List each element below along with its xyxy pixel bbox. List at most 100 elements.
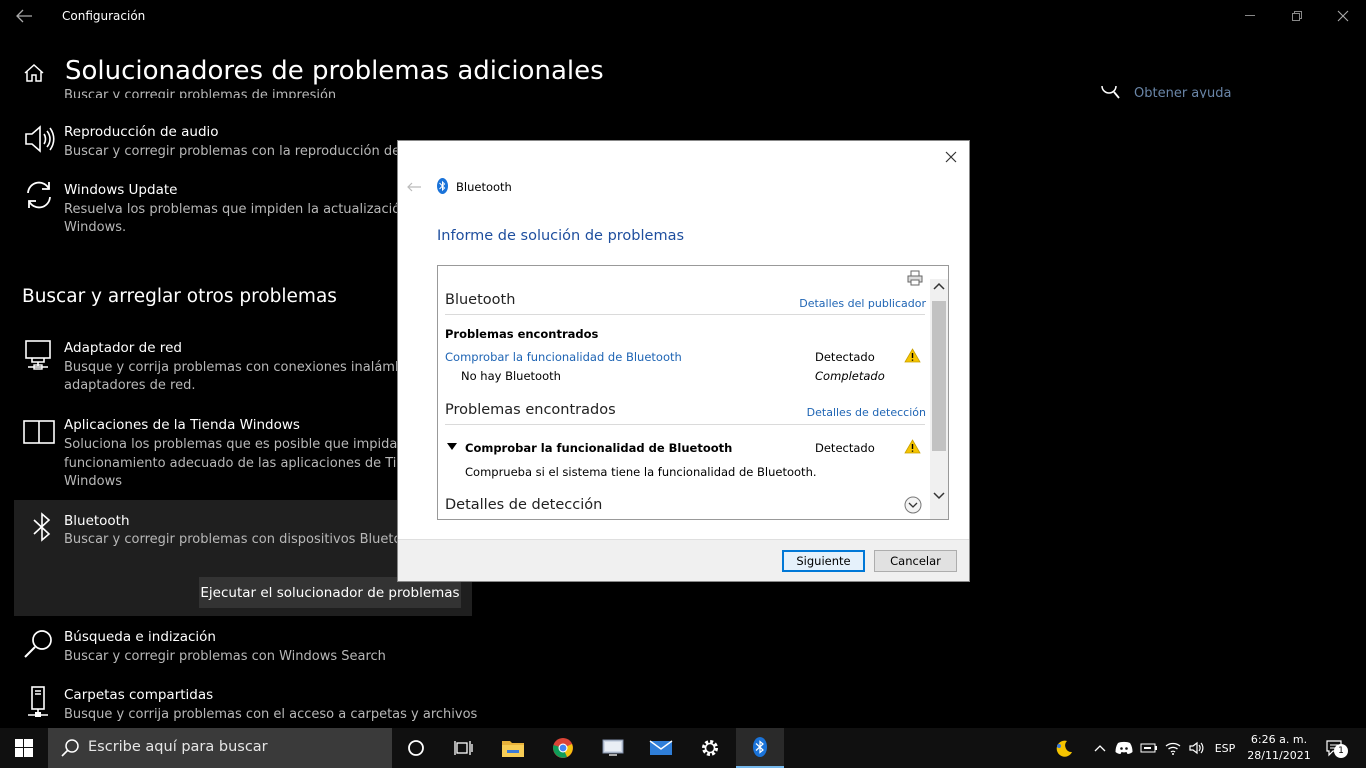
scroll-up-icon[interactable] (930, 279, 948, 295)
start-windows-icon[interactable] (0, 728, 48, 768)
battery-plug-icon[interactable] (1138, 728, 1160, 768)
run-troubleshooter-button[interactable]: Ejecutar el solucionador de problemas (199, 577, 461, 608)
separator (445, 424, 925, 425)
publisher-details-link[interactable]: Detalles del publicador (799, 297, 926, 310)
settings-gear-icon[interactable] (686, 728, 734, 768)
item-desc: Busque y corrija problemas con conexione… (64, 360, 420, 375)
status-completed: Completado (815, 369, 885, 383)
clock[interactable]: 6:26 a. m. 28/11/2021 (1244, 732, 1314, 764)
troubleshooter-network-adapter[interactable]: Adaptador de red Busque y corrija proble… (14, 336, 419, 398)
troubleshooter-shared-folders[interactable]: Carpetas compartidas Busque y corrija pr… (14, 683, 477, 727)
vertical-scrollbar[interactable] (930, 279, 948, 519)
item-desc: Busque y corrija problemas con el acceso… (64, 707, 478, 722)
separator (445, 314, 925, 315)
restore-button[interactable] (1274, 0, 1320, 32)
volume-icon[interactable] (1186, 728, 1208, 768)
discord-icon[interactable] (1112, 728, 1136, 768)
check-functionality-link[interactable]: Comprobar la funcionalidad de Bluetooth (445, 350, 682, 364)
dialog-back-arrow-icon[interactable] (406, 181, 422, 193)
file-explorer-icon[interactable] (489, 728, 537, 768)
item-desc: Soluciona los problemas que es posible q… (64, 437, 418, 452)
expand-triangle-icon[interactable] (447, 443, 457, 451)
chrome-icon[interactable] (539, 728, 587, 768)
speaker-icon (22, 122, 56, 156)
report-section-title: Detalles de detección (445, 497, 603, 513)
item-desc: Buscar y corregir problemas con Windows … (64, 649, 386, 664)
taskbar: Escribe aquí para buscar ESP 6:26 a. m. … (0, 728, 1366, 768)
clock-date: 28/11/2021 (1247, 749, 1311, 762)
minimize-button[interactable] (1228, 0, 1274, 32)
item-title: Reproducción de audio (64, 124, 219, 140)
partial-row-desc: Buscar y corregir problemas de impresión (64, 88, 337, 98)
mail-icon[interactable] (637, 728, 685, 768)
help-link[interactable]: Obtener ayuda (1134, 86, 1231, 98)
dialog-close-icon[interactable] (941, 147, 961, 167)
item-title: Windows Update (64, 182, 178, 198)
search-placeholder: Escribe aquí para buscar (88, 739, 268, 755)
item-title: Búsqueda e indización (64, 629, 216, 645)
scroll-down-icon[interactable] (930, 488, 948, 504)
home-icon[interactable] (22, 62, 46, 84)
task-view-icon[interactable] (440, 728, 488, 768)
clock-time: 6:26 a. m. (1250, 733, 1308, 746)
check-functionality-title: Comprobar la funcionalidad de Bluetooth (465, 441, 733, 455)
print-icon[interactable] (907, 270, 923, 286)
search-icon (60, 738, 80, 758)
network-icon (22, 338, 56, 372)
warning-icon (904, 439, 921, 454)
taskbar-search-box[interactable]: Escribe aquí para buscar (48, 728, 392, 768)
wifi-icon[interactable] (1162, 728, 1184, 768)
show-hidden-icons-chevron-icon[interactable] (1090, 728, 1110, 768)
item-title: Adaptador de red (64, 340, 182, 356)
notification-count-badge: 1 (1334, 744, 1348, 758)
refresh-icon (22, 178, 56, 212)
language-indicator[interactable]: ESP (1210, 728, 1240, 768)
check-description: Comprueba si el sistema tiene la funcion… (465, 465, 817, 479)
section-heading: Buscar y arreglar otros problemas (22, 286, 337, 307)
page-title: Solucionadores de problemas adicionales (65, 56, 604, 86)
back-arrow-icon[interactable] (14, 7, 34, 25)
troubleshooter-search-indexing[interactable]: Búsqueda e indización Buscar y corregir … (14, 625, 472, 673)
bluetooth-logo-icon (437, 178, 448, 194)
dialog-footer: Siguiente Cancelar (398, 539, 969, 581)
night-light-moon-icon[interactable] (1050, 728, 1078, 768)
item-desc-line2: adaptadores de red. (64, 378, 196, 393)
title-bar: Configuración (0, 0, 1366, 32)
taskbar-bluetooth-icon[interactable] (736, 728, 784, 768)
problems-found-label: Problemas encontrados (445, 327, 599, 341)
dialog-heading: Informe de solución de problemas (437, 228, 685, 244)
item-desc: Buscar y corregir problemas con disposit… (64, 532, 423, 547)
troubleshooter-windows-update[interactable]: Windows Update Resuelva los problemas qu… (14, 178, 421, 240)
store-apps-icon (22, 415, 56, 449)
search-magnifier-icon (22, 627, 56, 661)
item-title: Bluetooth (64, 513, 130, 529)
help-icon[interactable] (1100, 86, 1122, 100)
report-section-title: Problemas encontrados (445, 402, 616, 418)
window-title: Configuración (62, 9, 146, 23)
status-detected: Detectado (815, 441, 875, 455)
chevron-down-circle-icon[interactable] (904, 496, 922, 514)
item-desc-line2: Windows. (64, 220, 127, 235)
cancel-button[interactable]: Cancelar (874, 550, 957, 572)
troubleshooter-store-apps[interactable]: Aplicaciones de la Tienda Windows Soluci… (14, 413, 421, 493)
item-desc-line2: funcionamiento adecuado de las aplicacio… (64, 456, 421, 471)
bluetooth-icon (26, 510, 60, 544)
troubleshooter-audio[interactable]: Reproducción de audio Buscar y corregir … (14, 120, 419, 172)
detection-details-link[interactable]: Detalles de detección (807, 406, 926, 419)
report-section-title: Bluetooth (445, 292, 516, 308)
report-panel[interactable]: Bluetooth Detalles del publicador Proble… (437, 265, 949, 520)
cortana-circle-icon[interactable] (392, 728, 440, 768)
warning-icon (904, 348, 921, 363)
remote-desktop-icon[interactable] (589, 728, 637, 768)
next-button[interactable]: Siguiente (782, 550, 865, 572)
dialog-app-title: Bluetooth (456, 180, 512, 194)
close-window-button[interactable] (1320, 0, 1366, 32)
troubleshooter-dialog: Bluetooth Informe de solución de problem… (398, 141, 969, 581)
status-detected: Detectado (815, 350, 875, 364)
scroll-thumb[interactable] (932, 301, 946, 451)
item-title: Aplicaciones de la Tienda Windows (64, 417, 300, 433)
item-desc: Resuelva los problemas que impiden la ac… (64, 202, 421, 217)
item-title: Carpetas compartidas (64, 687, 214, 703)
no-bluetooth-text: No hay Bluetooth (461, 369, 561, 383)
item-desc-line3: Windows (64, 474, 123, 489)
